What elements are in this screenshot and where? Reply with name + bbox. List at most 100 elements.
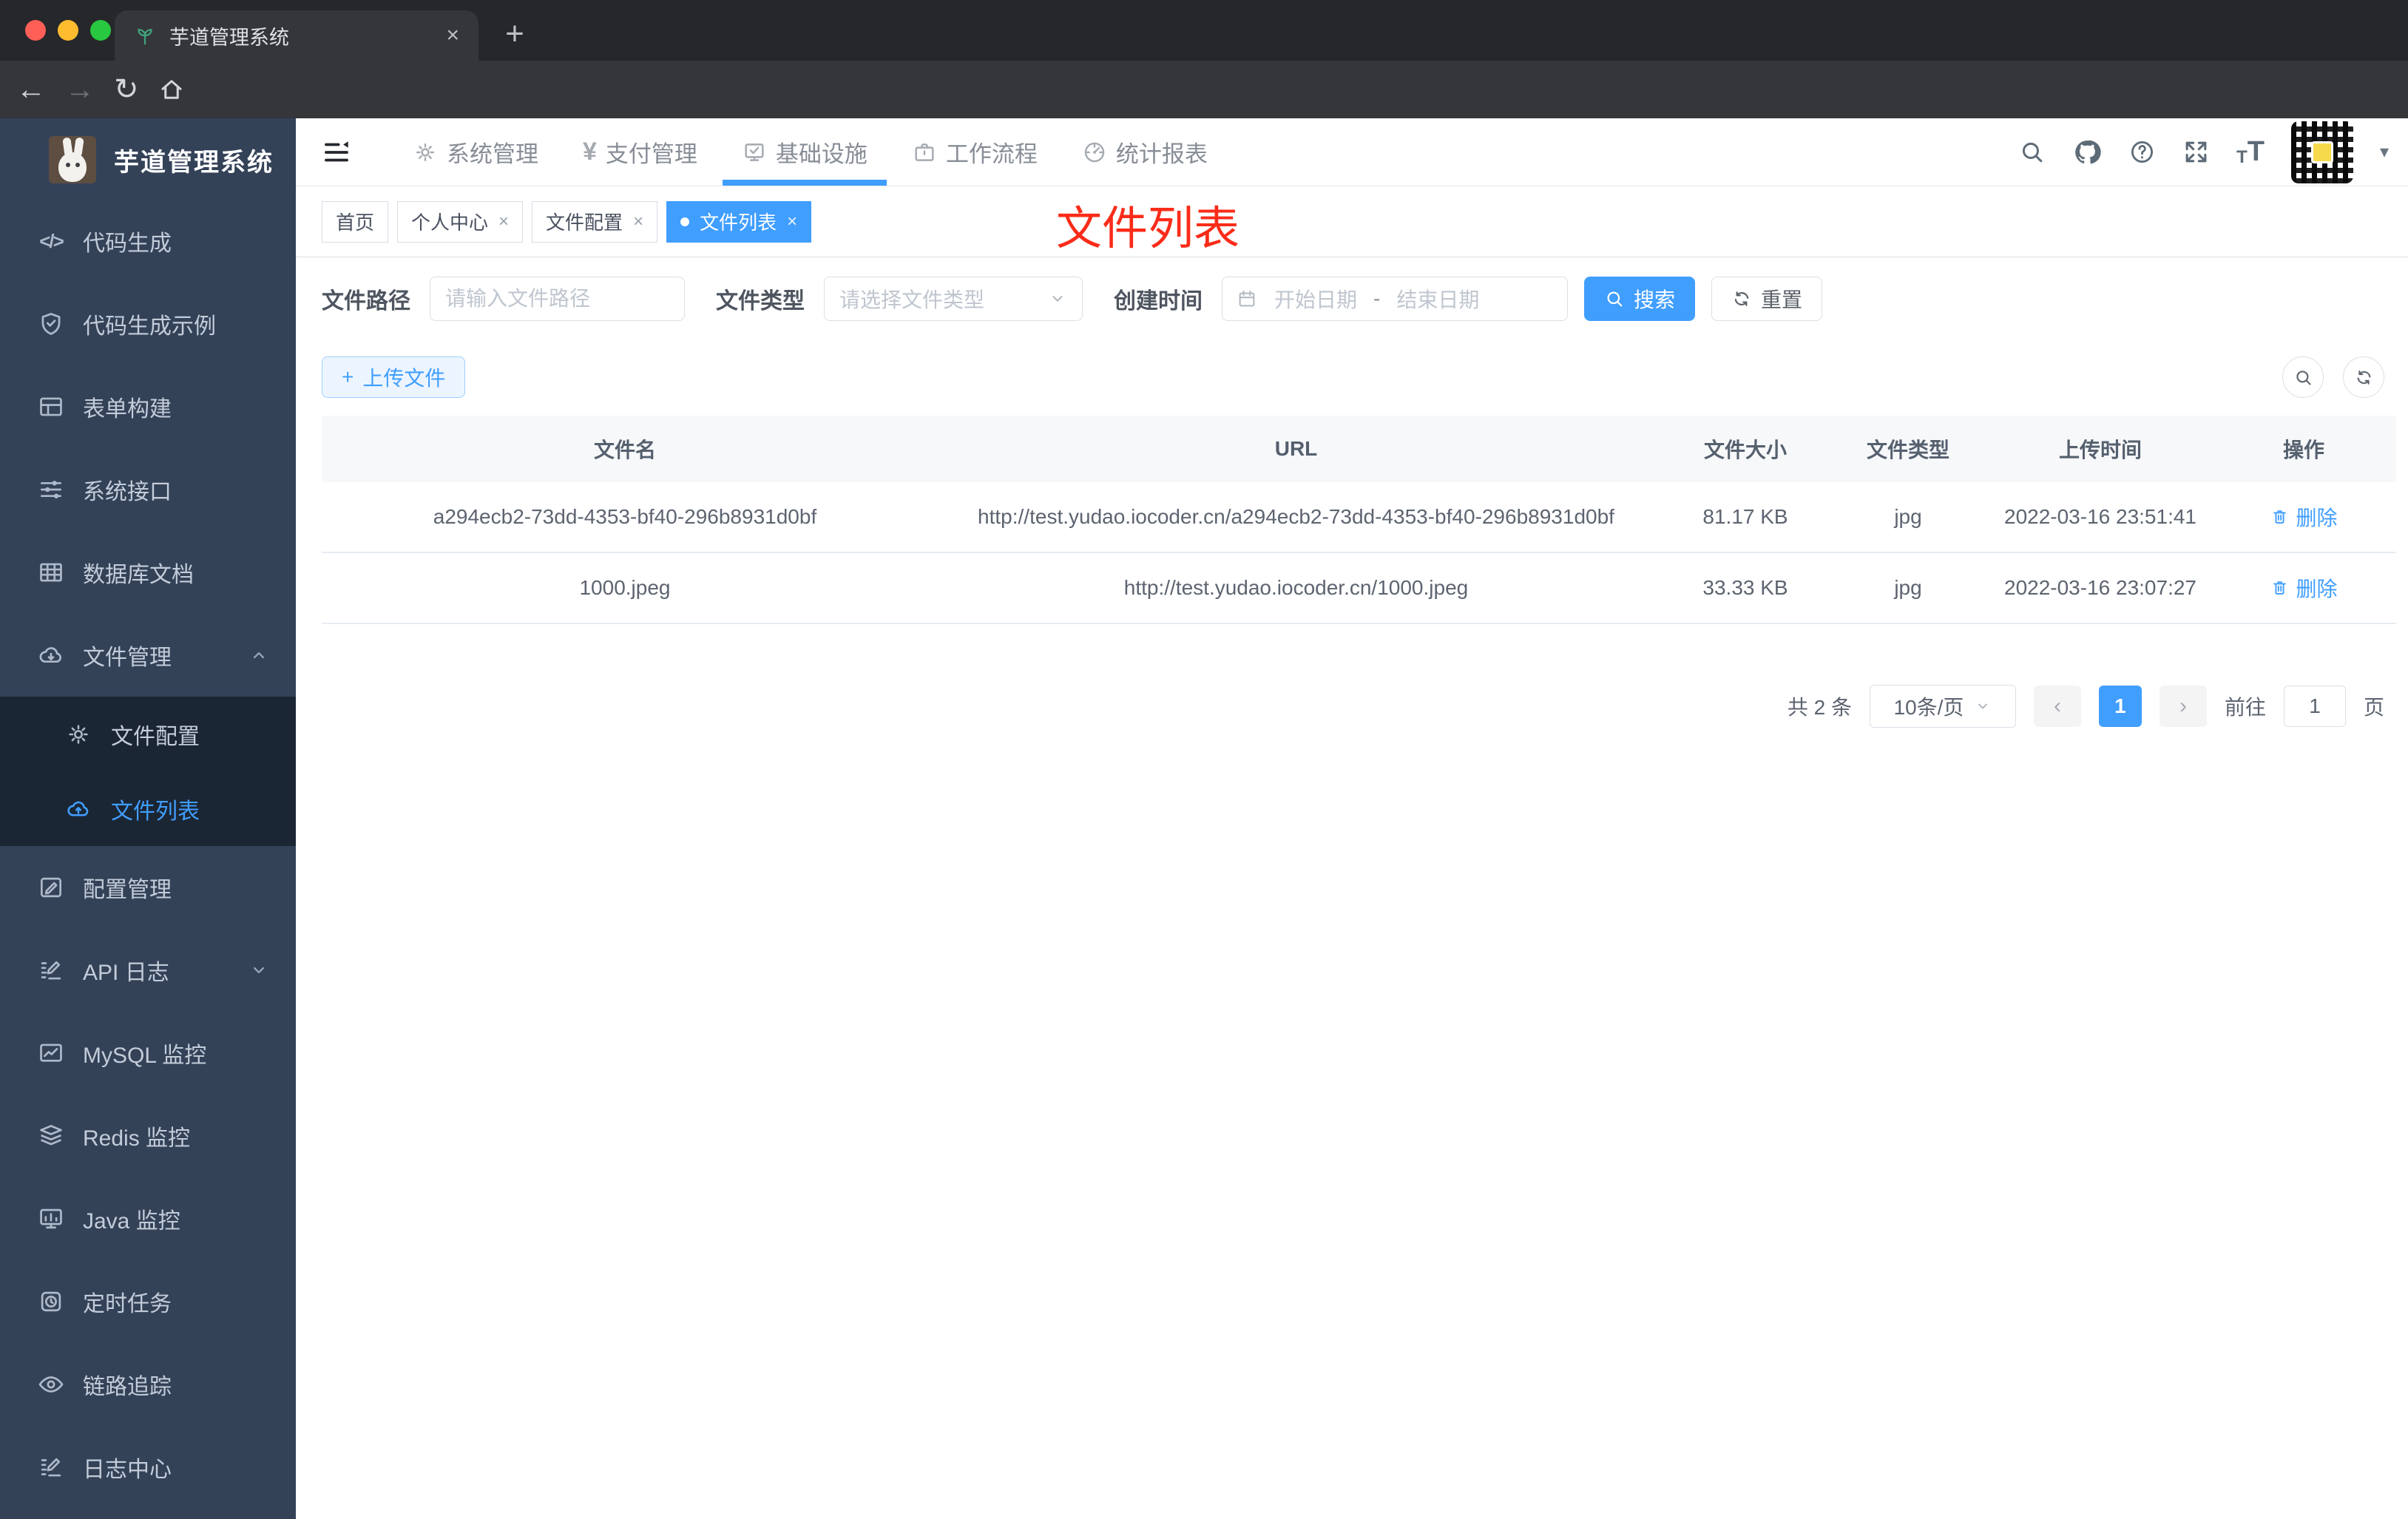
sidebar-item-file-management[interactable]: 文件管理	[0, 614, 296, 697]
sidebar-item-db-doc[interactable]: 数据库文档	[0, 531, 296, 614]
briefcase-icon	[912, 140, 937, 165]
sidebar-item-file-list[interactable]: 文件列表	[0, 771, 296, 846]
browser-tabstrip: 芋道管理系统 × +	[0, 0, 2408, 61]
minimize-window-button[interactable]	[58, 20, 78, 41]
page-unit-label: 页	[2363, 696, 2384, 719]
code-icon: </>	[39, 229, 64, 252]
cell-uploadtime: 2022-03-16 23:51:41	[2004, 505, 2196, 528]
red-annotation-text: 文件列表	[1056, 203, 1240, 254]
sidebar-item-java-monitor[interactable]: Java 监控	[0, 1177, 296, 1260]
file-type-placeholder: 请选择文件类型	[839, 288, 985, 311]
browser-tab[interactable]: 芋道管理系统 ×	[115, 10, 478, 61]
sidebar-item-tracing[interactable]: 链路追踪	[0, 1343, 296, 1426]
sidebar-item-code-gen[interactable]: </> 代码生成	[0, 200, 296, 283]
nav-item-payment[interactable]: ¥ 支付管理	[574, 118, 706, 186]
help-icon[interactable]	[2128, 138, 2156, 166]
sidebar-item-config-management[interactable]: 配置管理	[0, 846, 296, 929]
tag-file-list[interactable]: 文件列表 ×	[666, 200, 812, 243]
table-refresh-button[interactable]	[2343, 356, 2384, 398]
search-icon[interactable]	[2018, 138, 2046, 166]
github-icon[interactable]	[2072, 138, 2102, 167]
nav-item-label: 支付管理	[605, 141, 697, 167]
sidebar-logo[interactable]: 芋道管理系统	[0, 118, 296, 194]
tag-home[interactable]: 首页	[322, 200, 389, 243]
table-search-toggle-button[interactable]	[2282, 356, 2324, 398]
sidebar-item-label: Java 监控	[83, 1209, 180, 1234]
goto-page-input[interactable]	[2283, 686, 2346, 727]
sidebar-item-label: 文件配置	[111, 724, 200, 749]
sidebar-item-file-config[interactable]: 文件配置	[0, 697, 296, 771]
back-button[interactable]: ←	[16, 73, 46, 106]
nav-item-infrastructure[interactable]: 基础设施	[722, 118, 887, 186]
nav-item-reports[interactable]: 统计报表	[1073, 118, 1217, 186]
tab-close-icon[interactable]: ×	[446, 23, 459, 48]
sidebar-item-label: 代码生成	[83, 231, 172, 256]
date-range-picker[interactable]: 开始日期 - 结束日期	[1222, 277, 1568, 321]
tag-profile[interactable]: 个人中心 ×	[397, 200, 524, 243]
file-path-input[interactable]	[430, 277, 685, 321]
edit-icon	[37, 873, 65, 901]
tab-title: 芋道管理系统	[169, 26, 289, 49]
cell-filetype: jpg	[1894, 576, 1922, 599]
reload-button[interactable]: ↻	[114, 72, 139, 106]
search-icon	[2293, 368, 2313, 388]
font-size-icon[interactable]: TT	[2236, 136, 2265, 168]
sidebar-item-code-demo[interactable]: 代码生成示例	[0, 283, 296, 365]
cell-filename: a294ecb2-73dd-4353-bf40-296b8931d0bf	[433, 505, 817, 528]
nav-item-label: 统计报表	[1115, 141, 1208, 167]
refresh-icon	[2354, 368, 2374, 388]
active-dot	[680, 217, 690, 226]
reset-button-label: 重置	[1761, 288, 1803, 311]
delete-button[interactable]: 删除	[2270, 573, 2338, 603]
new-tab-button[interactable]: +	[494, 13, 535, 55]
tag-close-icon[interactable]: ×	[787, 212, 797, 232]
refresh-icon	[1731, 288, 1752, 309]
trash-icon	[2270, 578, 2290, 598]
sidebar-item-system-api[interactable]: 系统接口	[0, 448, 296, 531]
nav-item-label: 系统管理	[447, 141, 538, 167]
sidebar-item-log-center[interactable]: 日志中心	[0, 1426, 296, 1509]
file-type-select[interactable]: 请选择文件类型	[824, 277, 1083, 321]
prev-page-button[interactable]: ‹	[2033, 686, 2081, 727]
user-avatar-qr[interactable]	[2290, 121, 2353, 183]
close-window-button[interactable]	[25, 20, 46, 41]
avatar-dropdown-caret-icon[interactable]: ▾	[2380, 141, 2389, 163]
search-button[interactable]: 搜索	[1584, 277, 1696, 321]
grid-icon	[37, 558, 65, 586]
home-button[interactable]	[158, 76, 185, 103]
column-header-url: URL	[1274, 437, 1318, 461]
maximize-window-button[interactable]	[90, 20, 111, 41]
nav-item-system[interactable]: 系统管理	[404, 118, 547, 186]
tag-close-icon[interactable]: ×	[633, 212, 643, 232]
tag-close-icon[interactable]: ×	[498, 212, 509, 232]
note-edit-icon	[37, 1453, 65, 1481]
reset-button[interactable]: 重置	[1711, 277, 1823, 321]
sidebar-item-label: 链路追踪	[83, 1375, 172, 1399]
gauge-icon	[1082, 140, 1107, 165]
sidebar-item-label: 代码生成示例	[83, 314, 216, 339]
fullscreen-icon[interactable]	[2182, 138, 2210, 166]
next-page-button[interactable]: ›	[2159, 686, 2207, 727]
app-title: 芋道管理系统	[114, 148, 274, 177]
sidebar-collapse-icon[interactable]	[321, 137, 352, 168]
forward-button[interactable]: →	[65, 73, 95, 106]
upload-file-button[interactable]: + 上传文件	[322, 356, 466, 398]
page-size-select[interactable]: 10条/页	[1869, 685, 2016, 728]
page-number-button[interactable]: 1	[2098, 686, 2142, 727]
cell-uploadtime: 2022-03-16 23:07:27	[2004, 576, 2196, 599]
sidebar-item-api-log[interactable]: API 日志	[0, 929, 296, 1012]
tag-file-config[interactable]: 文件配置 ×	[532, 200, 658, 243]
search-icon	[1604, 288, 1625, 309]
gear-icon	[413, 140, 438, 165]
column-header-filesize: 文件大小	[1703, 439, 1787, 461]
nav-item-workflow[interactable]: 工作流程	[903, 118, 1046, 186]
sidebar-item-redis-monitor[interactable]: Redis 监控	[0, 1095, 296, 1177]
sidebar-item-form-builder[interactable]: 表单构建	[0, 365, 296, 448]
sidebar-item-label: Redis 监控	[83, 1126, 191, 1151]
sidebar-item-mysql-monitor[interactable]: MySQL 监控	[0, 1012, 296, 1095]
yen-icon: ¥	[583, 138, 597, 166]
sidebar-item-scheduled-tasks[interactable]: 定时任务	[0, 1260, 296, 1343]
delete-button[interactable]: 删除	[2270, 502, 2338, 532]
table-row: a294ecb2-73dd-4353-bf40-296b8931d0bf htt…	[322, 482, 2396, 553]
sidebar: 芋道管理系统 </> 代码生成 代码生成示例 表单构建 系统接口 数据库文档 文件…	[0, 118, 296, 1519]
